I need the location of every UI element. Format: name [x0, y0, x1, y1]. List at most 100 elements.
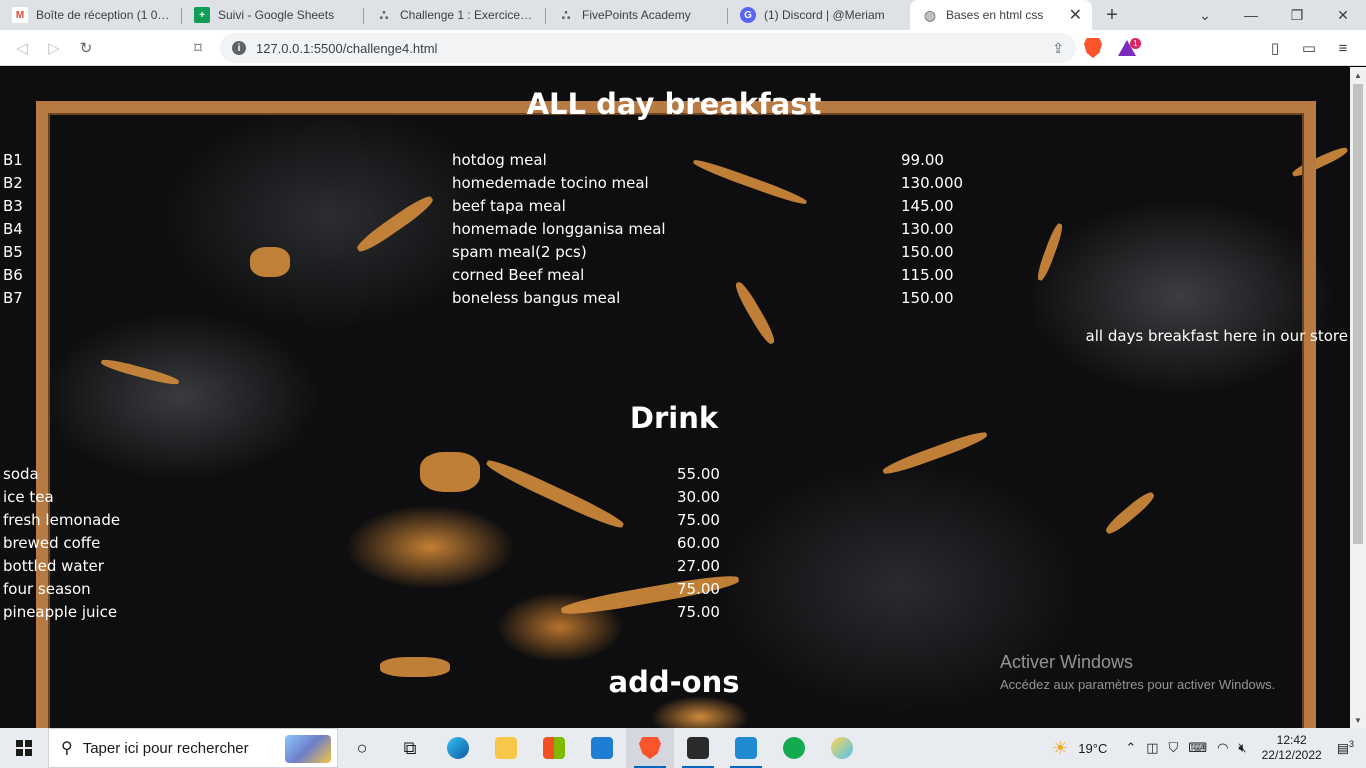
store-icon[interactable] [530, 728, 578, 768]
item-price: 130.00 [901, 220, 954, 238]
reload-button[interactable]: ↻ [70, 32, 102, 64]
wallet-icon[interactable]: ▭ [1292, 32, 1326, 64]
tab-discord[interactable]: G (1) Discord | @Meriam [728, 0, 910, 30]
addons-heading: add-ons [608, 665, 740, 699]
share-icon[interactable]: ⇪ [1052, 40, 1064, 57]
system-tray: ☀ 19°C ⌃ ◫ ⛉ ⌨ ◠ 🔇︎ 12:42 22/12/2022 ▤3 [1047, 728, 1366, 768]
minimize-button[interactable]: — [1228, 0, 1274, 30]
drink-price: 75.00 [677, 603, 720, 621]
item-code: B2 [3, 174, 23, 192]
notification-center-icon[interactable]: ▤3 [1332, 739, 1366, 756]
edge-icon[interactable] [434, 728, 482, 768]
item-price: 99.00 [901, 151, 944, 169]
tab-title: Bases en html css [946, 8, 1044, 22]
taskbar-clock[interactable]: 12:42 22/12/2022 [1252, 733, 1332, 763]
loading-dots-icon: ∴ [561, 6, 571, 23]
tab-fivepoints[interactable]: ∴ FivePoints Academy [546, 0, 728, 30]
restore-button[interactable]: ❐ [1274, 0, 1320, 30]
drink-heading: Drink [629, 401, 719, 435]
close-window-button[interactable]: ✕ [1320, 0, 1366, 30]
loading-dots-icon: ∴ [379, 6, 389, 23]
wifi-icon[interactable]: ◠ [1212, 740, 1233, 756]
notification-count: 3 [1348, 739, 1354, 750]
scroll-up-arrow-icon[interactable]: ▲ [1350, 67, 1366, 83]
item-name: spam meal(2 pcs) [452, 243, 587, 261]
forward-button[interactable]: ▷ [38, 32, 70, 64]
sidebar-icon[interactable]: ▯ [1258, 32, 1292, 64]
volume-muted-icon[interactable]: 🔇︎ [1233, 740, 1251, 756]
tab-sheets[interactable]: + Suivi - Google Sheets [182, 0, 364, 30]
menu-row: B1 hotdog meal 99.00 [0, 149, 1350, 172]
mail-icon[interactable] [578, 728, 626, 768]
drink-name: fresh lemonade [3, 511, 121, 529]
tab-title: Suivi - Google Sheets [218, 8, 335, 22]
paint-icon[interactable] [818, 728, 866, 768]
drink-price: 27.00 [677, 557, 720, 575]
page-scrollbar[interactable]: ▲ ▼ [1350, 67, 1366, 728]
address-bar[interactable]: i 127.0.0.1:5500/challenge4.html ⇪ [220, 33, 1076, 63]
item-price: 130.000 [901, 174, 964, 192]
discord-icon: G [740, 7, 756, 23]
terminal-icon[interactable] [674, 728, 722, 768]
clock-time: 12:42 [1276, 733, 1307, 747]
search-placeholder: Taper ici pour rechercher [82, 739, 249, 757]
item-code: B3 [3, 197, 23, 215]
tab-search-chevron-icon[interactable]: ⌄ [1182, 0, 1228, 30]
breakfast-note: all days breakfast here in our store [1085, 327, 1348, 345]
scroll-down-arrow-icon[interactable]: ▼ [1350, 712, 1366, 728]
mongodb-icon[interactable] [770, 728, 818, 768]
item-price: 145.00 [901, 197, 954, 215]
drink-name: pineapple juice [3, 603, 118, 621]
search-highlight-image [285, 735, 331, 763]
drink-price: 30.00 [677, 488, 720, 506]
drink-price: 75.00 [677, 511, 720, 529]
file-explorer-icon[interactable] [482, 728, 530, 768]
weather-icon[interactable]: ☀ [1047, 738, 1073, 759]
vscode-icon[interactable] [722, 728, 770, 768]
bookmark-icon[interactable]: ⌑ [182, 32, 214, 64]
drink-name: soda [3, 465, 39, 483]
close-tab-icon[interactable]: ✕ [1069, 5, 1082, 25]
menu-row: B7 boneless bangus meal 150.00 [0, 287, 1350, 310]
start-button[interactable] [0, 728, 48, 768]
tray-chevron-icon[interactable]: ⌃ [1120, 740, 1141, 756]
drink-price: 55.00 [677, 465, 720, 483]
item-code: B1 [3, 151, 23, 169]
tab-strip: M Boîte de réception (1 063) - + Suivi -… [0, 0, 1366, 30]
scroll-thumb[interactable] [1353, 84, 1363, 544]
site-info-icon[interactable]: i [232, 41, 246, 55]
tab-bases-html-css[interactable]: ◍ Bases en html css ✕ [910, 0, 1092, 30]
tab-challenge[interactable]: ∴ Challenge 1 : Exercices pou [364, 0, 546, 30]
drink-row: brewed coffe 60.00 [0, 532, 1350, 555]
windows-logo-icon [16, 740, 32, 756]
tab-gmail[interactable]: M Boîte de réception (1 063) - [0, 0, 182, 30]
page-viewport: ALL day breakfast B1 hotdog meal 99.00 B… [0, 67, 1350, 728]
weather-temp[interactable]: 19°C [1073, 741, 1112, 756]
network-tray-icon[interactable]: ◫ [1141, 740, 1163, 756]
url-text[interactable]: 127.0.0.1:5500/challenge4.html [256, 41, 437, 56]
item-name: boneless bangus meal [452, 289, 621, 307]
item-code: B4 [3, 220, 23, 238]
item-code: B7 [3, 289, 23, 307]
menu-icon[interactable]: ≡ [1326, 32, 1360, 64]
brave-browser-icon[interactable] [626, 728, 674, 768]
taskbar-search[interactable]: ⚲ Taper ici pour rechercher [48, 728, 338, 768]
menu-row: B5 spam meal(2 pcs) 150.00 [0, 241, 1350, 264]
breakfast-heading: ALL day breakfast [526, 87, 822, 121]
cortana-icon[interactable]: ○ [338, 728, 386, 768]
drink-name: bottled water [3, 557, 104, 575]
drink-row: fresh lemonade 75.00 [0, 509, 1350, 532]
item-price: 150.00 [901, 243, 954, 261]
drink-name: ice tea [3, 488, 54, 506]
item-name: homemade longganisa meal [452, 220, 666, 238]
back-button[interactable]: ◁ [6, 32, 38, 64]
drink-row: soda 55.00 [0, 463, 1350, 486]
browser-toolbar: ◁ ▷ ↻ ⌑ i 127.0.0.1:5500/challenge4.html… [0, 30, 1366, 66]
menu-row: B3 beef tapa meal 145.00 [0, 195, 1350, 218]
clock-date: 22/12/2022 [1261, 748, 1322, 762]
security-tray-icon[interactable]: ⛉ [1164, 740, 1184, 756]
new-tab-button[interactable]: + [1098, 1, 1126, 29]
keyboard-ime-icon[interactable]: ⌨ [1183, 740, 1212, 756]
task-view-icon[interactable]: ⧉ [386, 728, 434, 768]
rewards-badge: 1 [1130, 38, 1141, 49]
